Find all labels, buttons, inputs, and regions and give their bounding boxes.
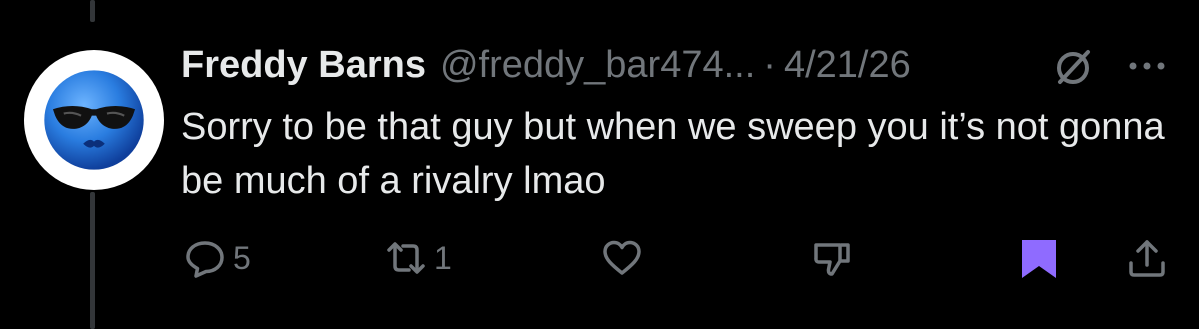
author-name[interactable]: Freddy Barns <box>181 44 426 87</box>
repost-count: 1 <box>434 239 452 276</box>
more-dots-icon[interactable] <box>1124 48 1170 84</box>
blue-face-sunglasses-icon <box>44 70 144 170</box>
bookmark-button[interactable] <box>1017 234 1061 282</box>
avatar[interactable] <box>24 50 164 190</box>
post-text: Sorry to be that guy but when we sweep y… <box>181 106 1165 202</box>
post-date[interactable]: 4/21/26 <box>784 44 911 87</box>
reply-button[interactable]: 5 <box>183 234 251 282</box>
thread-line-top <box>90 0 95 22</box>
heart-icon <box>603 240 641 275</box>
reply-bubble-icon <box>186 241 224 278</box>
dislike-button[interactable] <box>810 234 854 282</box>
share-icon <box>1129 240 1165 277</box>
share-button[interactable] <box>1125 234 1169 282</box>
repost-button[interactable]: 1 <box>384 234 452 282</box>
repost-icon <box>387 242 425 274</box>
post-header: Freddy Barns @freddy_bar474... · 4/21/26 <box>181 40 911 90</box>
bookmark-icon <box>1022 240 1056 278</box>
header-separator: · <box>763 43 776 86</box>
grok-icon[interactable] <box>1050 44 1096 90</box>
author-handle[interactable]: @freddy_bar474... <box>440 44 755 87</box>
reply-count: 5 <box>233 239 251 276</box>
like-button[interactable] <box>600 234 644 282</box>
thread-line-bottom <box>90 192 95 329</box>
thumbs-down-icon <box>814 243 850 276</box>
